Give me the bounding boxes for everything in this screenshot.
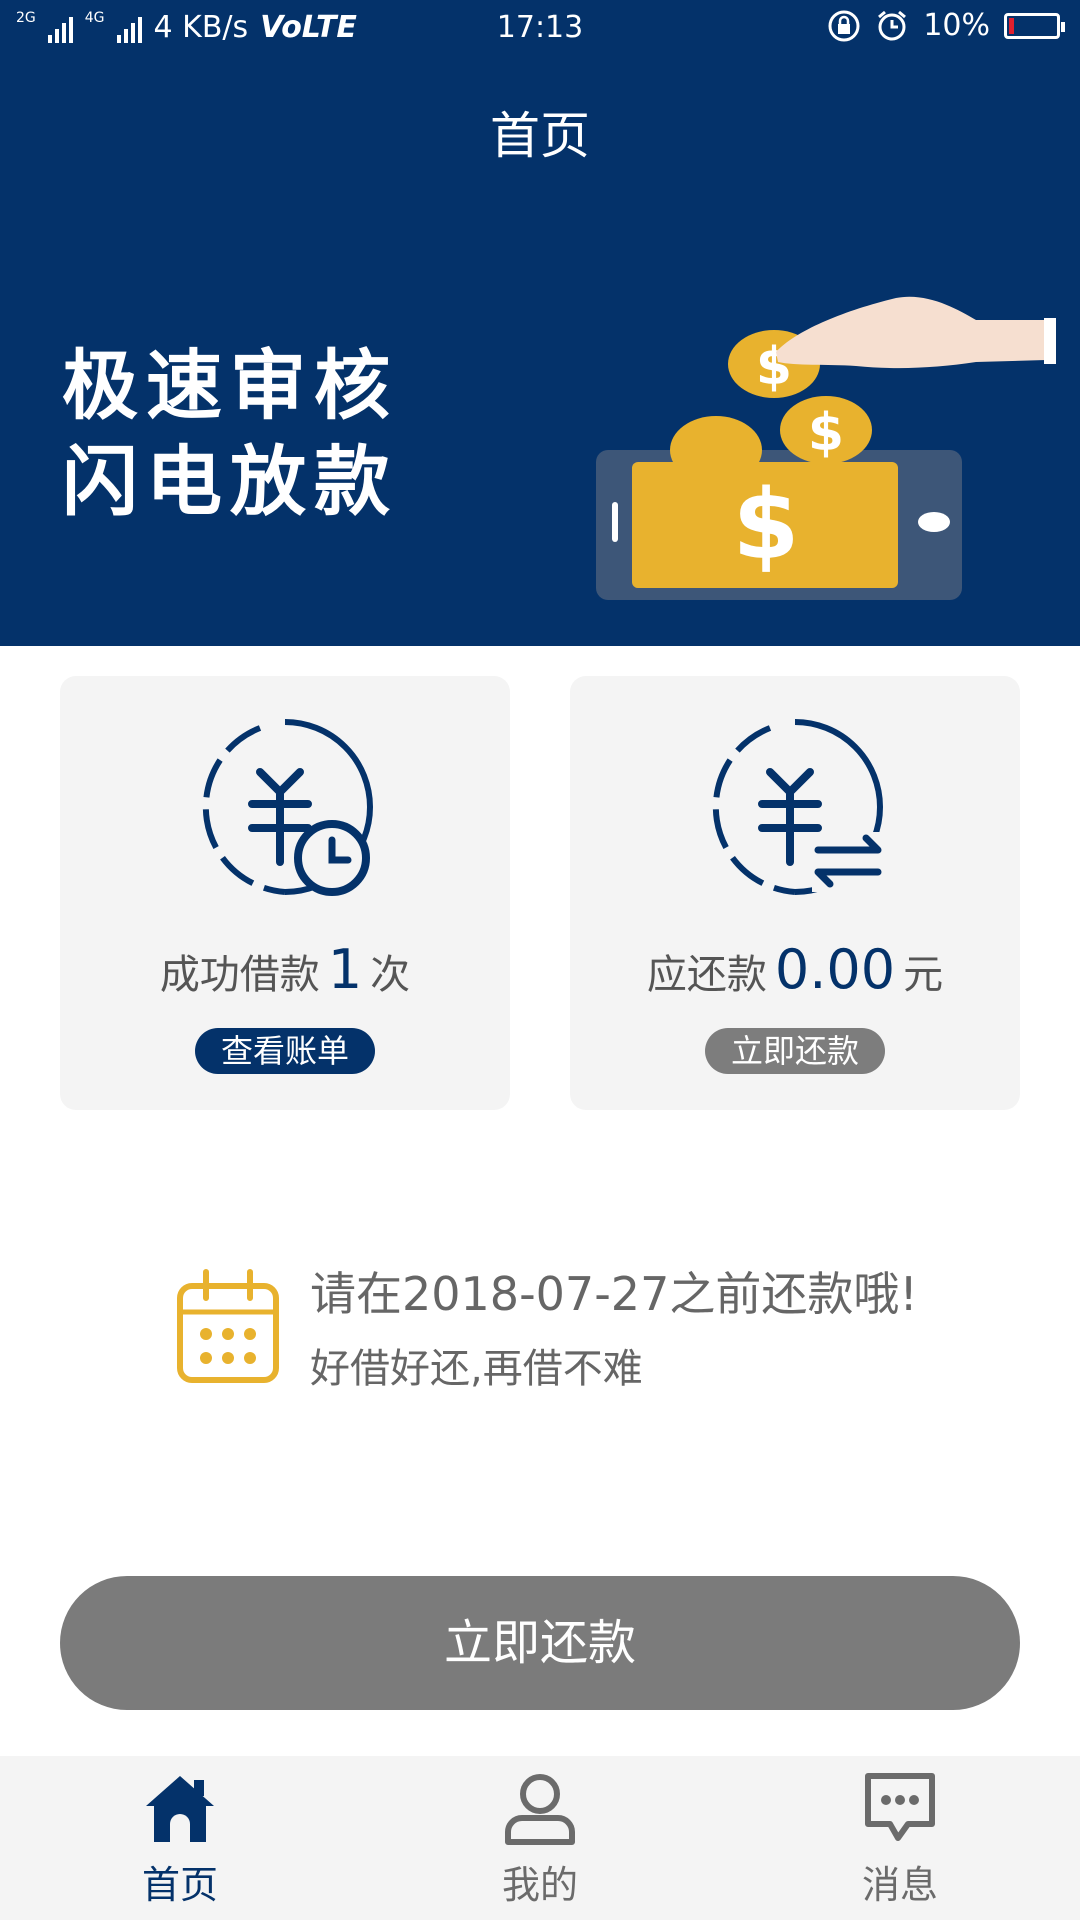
svg-text:$: $ [733, 469, 800, 581]
user-icon [505, 1774, 575, 1845]
yen-exchange-icon [712, 719, 883, 895]
repayment-deadline-text: 请在2018-07-27之前还款哦! [310, 1267, 918, 1321]
loan-count-card: 成功借款 1 次 查看账单 [60, 676, 510, 1110]
repayment-due-suffix: 元 [903, 952, 944, 998]
tab-mine-label: 我的 [501, 1863, 578, 1907]
repayment-due-prefix: 应还款 [646, 952, 767, 998]
loan-count-prefix: 成功借款 [159, 952, 320, 998]
loan-count-text: 成功借款 1 次 [60, 938, 510, 1001]
bottom-tab-bar: 首页 我的 消息 [0, 1756, 1080, 1920]
tab-home[interactable]: 首页 [80, 1756, 280, 1920]
status-bar: 2G 4G 4 KB/s VoLTE 17:13 10% [0, 0, 1080, 56]
banner-line-1: 极速审核 [62, 341, 398, 430]
svg-text:$: $ [808, 403, 844, 463]
header-banner: 2G 4G 4 KB/s VoLTE 17:13 10% 首页 极速审核 闪电放… [0, 0, 1080, 646]
repayment-notice: 请在2018-07-27之前还款哦! 好借好还,再借不难 [176, 1258, 996, 1418]
loan-count-suffix: 次 [370, 952, 411, 998]
repayment-due-value: 0.00 [774, 938, 896, 1001]
repayment-due-text: 应还款 0.00 元 [570, 938, 1020, 1001]
calendar-icon [177, 1269, 279, 1383]
repay-now-button[interactable]: 立即还款 [60, 1576, 1020, 1710]
repay-now-small-button[interactable]: 立即还款 [705, 1028, 885, 1074]
banner-slogan: 极速审核 闪电放款 [62, 338, 398, 530]
battery-percent: 10% [923, 8, 990, 43]
tab-home-label: 首页 [141, 1863, 218, 1907]
yen-clock-icon [202, 719, 373, 896]
battery-icon [1004, 12, 1065, 39]
tab-messages-label: 消息 [861, 1863, 938, 1907]
message-icon [865, 1773, 935, 1841]
banner-line-2: 闪电放款 [62, 437, 398, 526]
battery-fill [1009, 17, 1014, 34]
view-bill-button[interactable]: 查看账单 [195, 1028, 375, 1074]
home-icon [146, 1776, 214, 1842]
repayment-due-card: 应还款 0.00 元 立即还款 [570, 676, 1020, 1110]
tab-messages[interactable]: 消息 [800, 1756, 1000, 1920]
repayment-slogan-text: 好借好还,再借不难 [310, 1346, 643, 1392]
lock-rotation-icon [828, 10, 860, 41]
tab-mine[interactable]: 我的 [440, 1756, 640, 1920]
status-right: 10% [827, 8, 1065, 43]
page-title: 首页 [490, 107, 590, 165]
alarm-icon [878, 10, 907, 40]
phone-coins-illustration: $ $ $ [596, 296, 1056, 600]
loan-count-value: 1 [327, 938, 363, 1001]
